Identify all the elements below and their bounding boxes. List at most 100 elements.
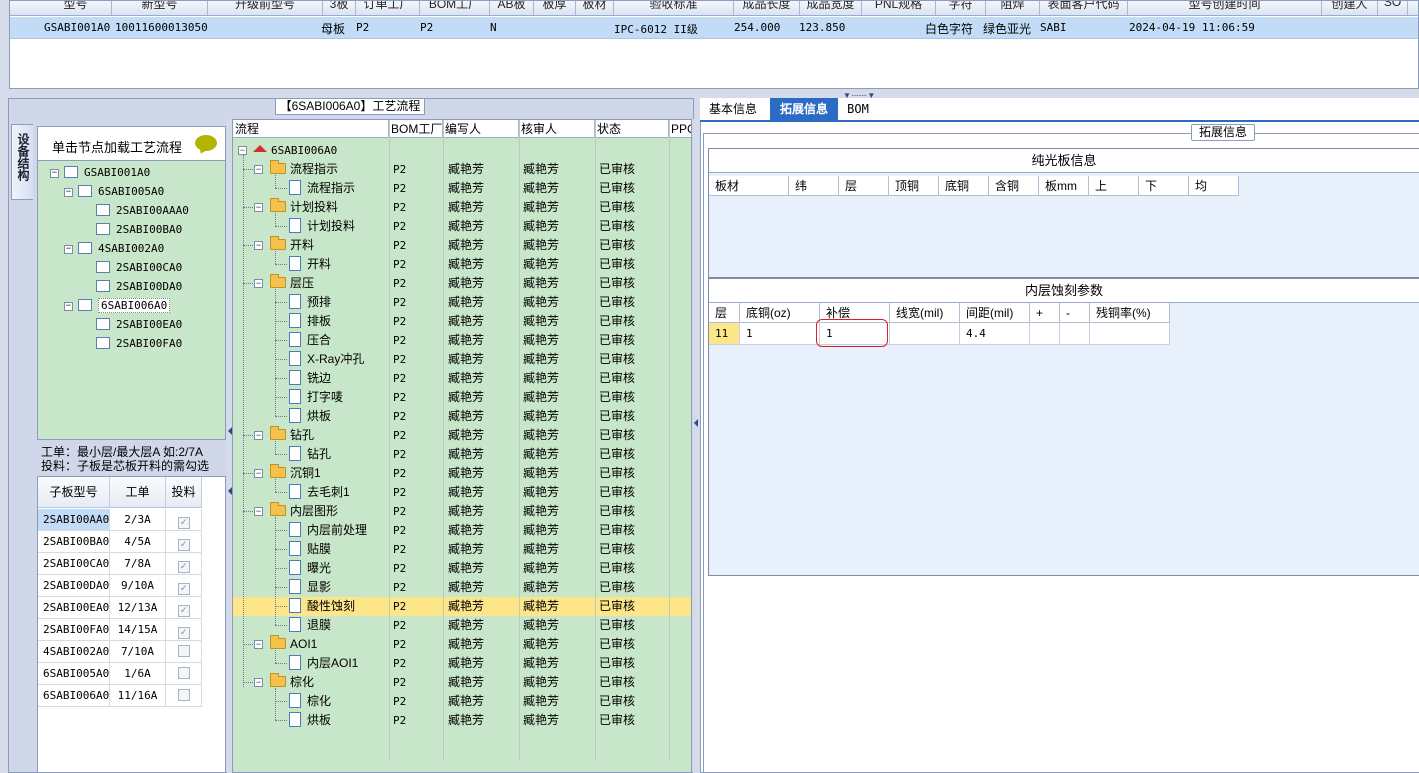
flow-root-row[interactable]: − 6SABI006A0: [233, 141, 691, 160]
flow-step-row[interactable]: 内层AOI1 P2 臧艳芳 臧艳芳 已审核: [233, 654, 691, 673]
col-thickness[interactable]: 板厚: [534, 1, 576, 15]
col-so[interactable]: SO: [1378, 1, 1408, 15]
sub-order-cell[interactable]: 1/6A: [110, 663, 166, 685]
flow-step-row[interactable]: 酸性蚀刻 P2 臧艳芳 臧艳芳 已审核: [233, 597, 691, 616]
chat-bubble-icon[interactable]: [195, 135, 217, 151]
col-layer[interactable]: 层: [709, 303, 740, 323]
sub-order-cell[interactable]: 7/10A: [110, 641, 166, 663]
flow-step-row[interactable]: 计划投料 P2 臧艳芳 臧艳芳 已审核: [233, 217, 691, 236]
bare-board-col[interactable]: 顶铜: [889, 176, 939, 196]
cell-spacing[interactable]: 4.4: [960, 323, 1030, 345]
flow-step-row[interactable]: 烘板 P2 臧艳芳 臧艳芳 已审核: [233, 711, 691, 730]
sub-feed-cell[interactable]: ✓: [166, 509, 202, 531]
tab-device-structure[interactable]: 设备结构: [11, 124, 33, 200]
tree-expander-icon[interactable]: −: [64, 302, 73, 311]
flow-step-row[interactable]: 退膜 P2 臧艳芳 臧艳芳 已审核: [233, 616, 691, 635]
col-status[interactable]: 状态: [595, 120, 669, 138]
tree-expander-icon[interactable]: −: [50, 169, 59, 178]
col-model[interactable]: 型号: [40, 1, 112, 15]
tree-expander-icon[interactable]: −: [254, 431, 263, 440]
bare-board-col[interactable]: 板mm: [1039, 176, 1089, 196]
flow-step-row[interactable]: 打字唛 P2 臧艳芳 臧艳芳 已审核: [233, 388, 691, 407]
bare-board-col[interactable]: 纬: [789, 176, 839, 196]
tree-node[interactable]: 2SABI00FA0: [96, 336, 182, 352]
tab-ext-info[interactable]: 拓展信息: [770, 98, 838, 120]
sub-order-cell[interactable]: 2/3A: [110, 509, 166, 531]
col-board3[interactable]: 3板: [323, 1, 356, 15]
bare-board-col[interactable]: 均: [1189, 176, 1239, 196]
bare-board-col[interactable]: 底铜: [939, 176, 989, 196]
col-sub-model[interactable]: 子板型号: [38, 477, 110, 508]
col-pnl[interactable]: PNL规格: [862, 1, 936, 15]
col-length[interactable]: 成品长度: [734, 1, 800, 15]
tree-expander-icon[interactable]: −: [238, 146, 247, 155]
flow-group-row[interactable]: − 沉铜1 P2 臧艳芳 臧艳芳 已审核: [233, 464, 691, 483]
flow-group-row[interactable]: − 钻孔 P2 臧艳芳 臧艳芳 已审核: [233, 426, 691, 445]
feed-checkbox[interactable]: ✓: [177, 627, 190, 639]
tab-bom[interactable]: BOM: [840, 98, 876, 120]
cell-base-copper[interactable]: 1: [740, 323, 820, 345]
bare-board-col[interactable]: 板材: [709, 176, 789, 196]
flow-step-row[interactable]: 烘板 P2 臧艳芳 臧艳芳 已审核: [233, 407, 691, 426]
col-base-copper[interactable]: 底铜(oz): [740, 303, 820, 323]
horizontal-splitter[interactable]: ▼ ········· ▼: [0, 89, 1419, 100]
flow-group-row[interactable]: − 内层图形 P2 臧艳芳 臧艳芳 已审核: [233, 502, 691, 521]
sub-feed-cell[interactable]: ✓: [166, 531, 202, 553]
cell-line-width[interactable]: [890, 323, 960, 345]
tree-node[interactable]: 2SABI00DA0: [96, 279, 182, 295]
flow-group-row[interactable]: − 开料 P2 臧艳芳 臧艳芳 已审核: [233, 236, 691, 255]
flow-step-row[interactable]: 内层前处理 P2 臧艳芳 臧艳芳 已审核: [233, 521, 691, 540]
sub-feed-cell[interactable]: ✓: [166, 553, 202, 575]
sub-model-cell[interactable]: 2SABI00AA0: [38, 509, 110, 531]
sub-feed-cell[interactable]: [166, 641, 202, 663]
flow-step-row[interactable]: 曝光 P2 臧艳芳 臧艳芳 已审核: [233, 559, 691, 578]
feed-checkbox[interactable]: ✓: [177, 561, 190, 573]
sub-model-cell[interactable]: 4SABI002A0: [38, 641, 110, 663]
right-splitter[interactable]: [693, 119, 699, 773]
flow-group-row[interactable]: − 层压 P2 臧艳芳 臧艳芳 已审核: [233, 274, 691, 293]
tree-node[interactable]: 2SABI00CA0: [96, 260, 182, 276]
col-character[interactable]: 字符: [936, 1, 986, 15]
sub-model-cell[interactable]: 2SABI00DA0: [38, 575, 110, 597]
tree-expander-icon[interactable]: −: [64, 245, 73, 254]
col-plus[interactable]: +: [1030, 303, 1060, 323]
cell-layer[interactable]: 11: [709, 323, 740, 345]
flow-step-row[interactable]: 排板 P2 臧艳芳 臧艳芳 已审核: [233, 312, 691, 331]
col-flow[interactable]: 流程: [233, 120, 389, 138]
sub-model-cell[interactable]: 2SABI00EA0: [38, 597, 110, 619]
sub-model-cell[interactable]: 2SABI00BA0: [38, 531, 110, 553]
tree-expander-icon[interactable]: −: [254, 469, 263, 478]
col-width[interactable]: 成品宽度: [800, 1, 862, 15]
col-bom-factory[interactable]: BOM工厂: [389, 120, 443, 138]
bare-board-col[interactable]: 层: [839, 176, 889, 196]
col-sub-feed[interactable]: 投料: [166, 477, 202, 508]
tree-expander-icon[interactable]: −: [254, 640, 263, 649]
flow-step-row[interactable]: 预排 P2 臧艳芳 臧艳芳 已审核: [233, 293, 691, 312]
sub-order-cell[interactable]: 12/13A: [110, 597, 166, 619]
col-author[interactable]: 编写人: [443, 120, 519, 138]
tree-node[interactable]: 6SABI006A0: [78, 298, 171, 314]
tree-expander-icon[interactable]: −: [254, 241, 263, 250]
feed-checkbox[interactable]: [177, 667, 190, 679]
flow-step-row[interactable]: 贴膜 P2 臧艳芳 臧艳芳 已审核: [233, 540, 691, 559]
col-minus[interactable]: -: [1060, 303, 1090, 323]
sub-model-cell[interactable]: 2SABI00FA0: [38, 619, 110, 641]
col-new-model[interactable]: 新型号: [112, 1, 208, 15]
tree-expander-icon[interactable]: −: [254, 203, 263, 212]
bare-board-col[interactable]: 含铜: [989, 176, 1039, 196]
cell-residual[interactable]: [1090, 323, 1170, 345]
feed-checkbox[interactable]: ✓: [177, 605, 190, 617]
tree-node[interactable]: 2SABI00AAA0: [96, 203, 189, 219]
col-bom-factory[interactable]: BOM工厂: [420, 1, 490, 15]
flow-step-row[interactable]: 压合 P2 臧艳芳 臧艳芳 已审核: [233, 331, 691, 350]
sub-feed-cell[interactable]: [166, 685, 202, 707]
sub-order-cell[interactable]: 9/10A: [110, 575, 166, 597]
sub-feed-cell[interactable]: ✓: [166, 575, 202, 597]
col-solder[interactable]: 阻焊: [986, 1, 1040, 15]
col-customer-code[interactable]: 表面客户代码: [1040, 1, 1128, 15]
tree-expander-icon[interactable]: −: [254, 507, 263, 516]
collapse-right-icon[interactable]: [694, 419, 698, 427]
flow-group-row[interactable]: − 流程指示 P2 臧艳芳 臧艳芳 已审核: [233, 160, 691, 179]
flow-step-row[interactable]: 去毛刺1 P2 臧艳芳 臧艳芳 已审核: [233, 483, 691, 502]
tree-expander-icon[interactable]: −: [254, 165, 263, 174]
